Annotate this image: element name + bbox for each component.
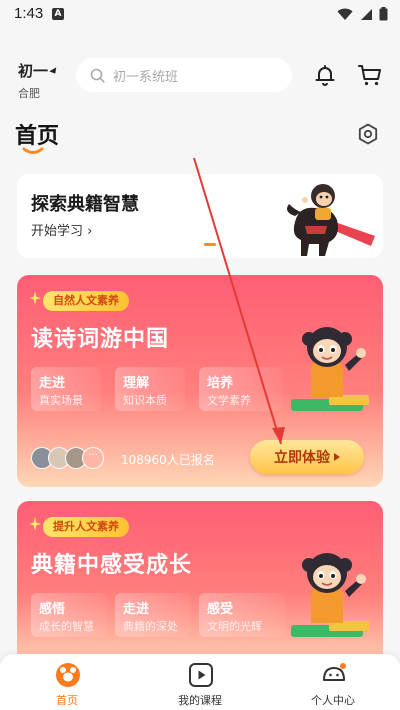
explore-card[interactable]: 探索典籍智慧 开始学习 › bbox=[17, 174, 383, 258]
course-card-classics[interactable]: 提升人文素养 典籍中感受成长 感悟 成长的智慧 走进 典籍的深处 感受 文明的光… bbox=[17, 501, 383, 671]
status-bar: 1:43 A bbox=[0, 0, 400, 30]
a-notification-icon: A bbox=[52, 8, 64, 20]
feature-box: 理解 知识本质 bbox=[115, 367, 185, 411]
course-badge: 提升人文素养 bbox=[43, 517, 129, 537]
caret-down-icon bbox=[49, 67, 59, 76]
feature-head: 走进 bbox=[123, 602, 150, 617]
more-avatars-icon: ··· bbox=[82, 447, 104, 469]
course-card-poetry[interactable]: 自然人文素养 读诗词游中国 走进 真实场景 理解 知识本质 培养 文学素养 ··… bbox=[17, 275, 383, 487]
page-title: 首页 bbox=[15, 124, 60, 149]
profile-icon bbox=[323, 663, 346, 681]
bell-icon[interactable] bbox=[313, 63, 337, 87]
battery-icon bbox=[379, 7, 388, 21]
grade-label: 初一 bbox=[18, 62, 49, 80]
feature-box: 走进 真实场景 bbox=[31, 367, 101, 411]
course-title: 读诗词游中国 bbox=[31, 327, 170, 352]
feature-sub: 知识本质 bbox=[123, 394, 167, 407]
status-icons bbox=[337, 7, 388, 21]
feature-head: 走进 bbox=[39, 376, 66, 391]
nav-profile[interactable]: 个人中心 bbox=[283, 660, 383, 710]
monkey-rider-illustration bbox=[287, 184, 375, 256]
feature-head: 理解 bbox=[123, 376, 150, 391]
try-now-label: 立即体验 bbox=[274, 450, 330, 466]
top-header: 初一 合肥 初一系统班 bbox=[0, 50, 400, 106]
feature-box: 感悟 成长的智慧 bbox=[31, 593, 107, 637]
bottom-nav: 首页 我的课程 个人中心 bbox=[0, 654, 400, 710]
search-input[interactable]: 初一系统班 bbox=[76, 58, 292, 92]
feature-box: 走进 典籍的深处 bbox=[115, 593, 191, 637]
search-icon bbox=[90, 68, 105, 83]
sparkle-icon bbox=[29, 517, 41, 531]
nav-courses-label: 我的课程 bbox=[178, 694, 222, 707]
start-learning-link[interactable]: 开始学习 › bbox=[31, 220, 92, 239]
nav-home[interactable]: 首页 bbox=[17, 660, 117, 710]
nav-my-courses[interactable]: 我的课程 bbox=[150, 660, 250, 710]
course-badge: 自然人文素养 bbox=[43, 291, 129, 311]
explore-title: 探索典籍智慧 bbox=[31, 194, 139, 215]
signup-count: 108960人已报名 bbox=[121, 453, 215, 467]
status-time: 1:43 bbox=[14, 5, 44, 22]
play-icon bbox=[189, 663, 213, 687]
search-placeholder: 初一系统班 bbox=[113, 69, 179, 85]
feature-head: 感悟 bbox=[39, 602, 66, 617]
feature-head: 感受 bbox=[207, 602, 234, 617]
location-selector[interactable]: 初一 合肥 bbox=[18, 60, 59, 101]
home-icon bbox=[56, 663, 80, 687]
feature-sub: 成长的智慧 bbox=[39, 620, 94, 633]
try-now-button[interactable]: 立即体验 bbox=[250, 440, 364, 474]
feature-sub: 文学素养 bbox=[207, 394, 251, 407]
feature-box: 培养 文学素养 bbox=[199, 367, 283, 411]
play-arrow-icon bbox=[334, 453, 340, 461]
settings-icon[interactable] bbox=[357, 123, 379, 145]
feature-box: 感受 文明的光辉 bbox=[199, 593, 285, 637]
monkey-mascot-illustration bbox=[291, 553, 369, 637]
smile-decoration-icon bbox=[22, 147, 44, 154]
learner-avatars: ··· bbox=[31, 447, 104, 471]
nav-home-label: 首页 bbox=[56, 694, 78, 707]
carousel-indicator bbox=[204, 243, 216, 246]
sparkle-icon bbox=[29, 291, 41, 305]
signal-icon bbox=[361, 8, 372, 20]
monkey-mascot-illustration bbox=[291, 327, 369, 411]
wifi-icon bbox=[337, 8, 353, 20]
cart-icon[interactable] bbox=[357, 63, 383, 87]
feature-sub: 典籍的深处 bbox=[123, 620, 178, 633]
course-title: 典籍中感受成长 bbox=[31, 553, 193, 578]
feature-sub: 文明的光辉 bbox=[207, 620, 262, 633]
city-label: 合肥 bbox=[18, 87, 40, 100]
feature-head: 培养 bbox=[207, 376, 234, 391]
feature-sub: 真实场景 bbox=[39, 394, 83, 407]
nav-profile-label: 个人中心 bbox=[311, 694, 355, 707]
